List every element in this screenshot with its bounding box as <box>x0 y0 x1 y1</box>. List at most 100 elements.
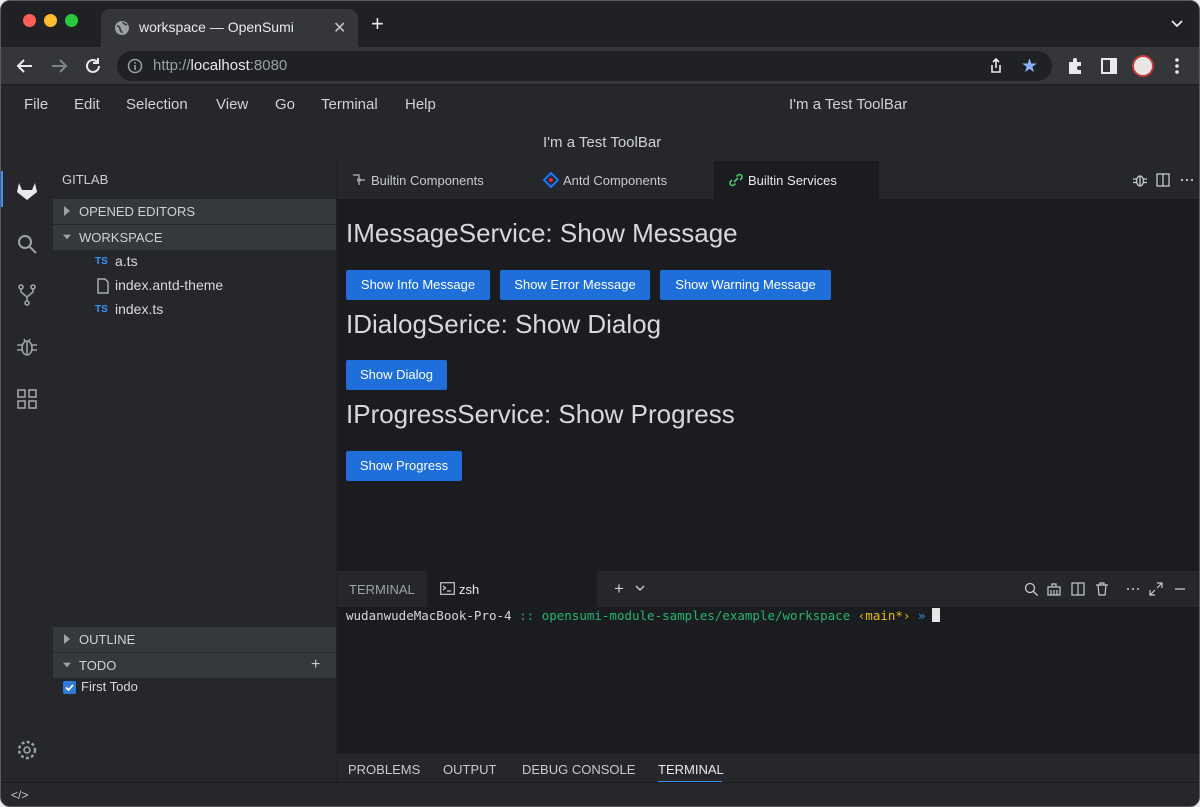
typescript-file-icon: TS <box>95 304 108 315</box>
test-toolbar-text-2: I'm a Test ToolBar <box>543 134 662 151</box>
todo-section[interactable]: TODO + <box>53 653 336 678</box>
share-icon[interactable] <box>987 57 1005 75</box>
reload-icon[interactable] <box>82 55 104 77</box>
activity-selected-indicator <box>1 171 3 207</box>
search-icon[interactable] <box>15 232 39 256</box>
tab-problems[interactable]: PROBLEMS <box>348 762 420 777</box>
split-editor-icon[interactable] <box>1155 172 1171 188</box>
explorer-sidebar: GITLAB OPENED EDITORS WORKSPACE TS a.ts … <box>53 161 336 782</box>
tab-builtin-components[interactable]: Builtin Components <box>337 161 525 199</box>
split-terminal-icon[interactable] <box>1070 581 1086 597</box>
editor-content: IMessageService: Show Message Show Info … <box>337 199 1199 571</box>
tab-debug-console[interactable]: DEBUG CONSOLE <box>522 762 635 777</box>
debug-icon[interactable] <box>15 335 39 359</box>
tab-label: Builtin Components <box>371 173 484 188</box>
browser-tab[interactable]: workspace — OpenSumi ✕ <box>101 9 358 47</box>
browser-window: workspace — OpenSumi ✕ + http://localhos… <box>0 0 1200 807</box>
sidebar-title: GITLAB <box>62 172 109 187</box>
tab-search-chevron-icon[interactable] <box>1169 15 1185 31</box>
menu-edit[interactable]: Edit <box>74 96 100 113</box>
menu-bar: File Edit Selection View Go Terminal Hel… <box>1 86 1199 124</box>
maximize-window-button[interactable] <box>65 14 78 27</box>
tab-output[interactable]: OUTPUT <box>443 762 496 777</box>
file-name: index.ts <box>115 301 164 317</box>
menu-file[interactable]: File <box>24 96 48 113</box>
maximize-panel-icon[interactable] <box>1148 581 1164 597</box>
globe-icon <box>115 21 129 35</box>
workspace-section[interactable]: WORKSPACE <box>53 225 336 250</box>
opened-editors-section[interactable]: OPENED EDITORS <box>53 199 336 224</box>
new-tab-button[interactable]: + <box>371 13 384 35</box>
menu-help[interactable]: Help <box>405 96 436 113</box>
show-dialog-button[interactable]: Show Dialog <box>346 360 447 390</box>
close-tab-icon[interactable]: ✕ <box>333 18 346 38</box>
todo-checkbox[interactable] <box>63 681 76 694</box>
show-info-message-button[interactable]: Show Info Message <box>346 270 490 300</box>
menu-go[interactable]: Go <box>275 96 295 113</box>
panel-tab-bar: PROBLEMS OUTPUT DEBUG CONSOLE TERMINAL <box>337 754 1199 782</box>
chevron-down-icon <box>63 234 71 240</box>
terminal-icon <box>440 582 455 595</box>
terminal-dropdown-icon[interactable] <box>635 584 645 592</box>
trash-icon[interactable] <box>1094 581 1110 597</box>
prompt-arrow: » <box>917 608 926 623</box>
test-toolbar-text: I'm a Test ToolBar <box>789 96 908 113</box>
site-info-icon[interactable] <box>127 58 143 74</box>
url-text[interactable]: http://localhost:8080 <box>153 57 287 74</box>
source-control-icon[interactable] <box>15 283 39 307</box>
tab-terminal[interactable]: TERMINAL <box>658 762 724 777</box>
activity-bar <box>1 161 53 782</box>
prompt-branch: ‹main*› <box>850 608 918 623</box>
editor-tab-bar: Builtin Components Antd Components Built… <box>337 161 1199 199</box>
back-arrow-icon[interactable] <box>14 55 36 77</box>
chevron-down-icon <box>63 662 71 668</box>
test-toolbar: I'm a Test ToolBar <box>1 124 1199 161</box>
show-error-message-button[interactable]: Show Error Message <box>500 270 650 300</box>
more-actions-icon[interactable] <box>1125 581 1141 597</box>
terminal-label-tab[interactable]: TERMINAL <box>337 571 427 607</box>
more-menu-icon[interactable] <box>1167 56 1187 76</box>
new-terminal-button[interactable]: + <box>614 579 624 599</box>
minimize-panel-icon[interactable] <box>1172 581 1188 597</box>
menu-terminal[interactable]: Terminal <box>321 96 378 113</box>
close-window-button[interactable] <box>23 14 36 27</box>
gitlab-icon[interactable] <box>15 179 39 203</box>
show-warning-message-button[interactable]: Show Warning Message <box>660 270 831 300</box>
search-icon[interactable] <box>1023 581 1039 597</box>
browser-tab-strip: workspace — OpenSumi ✕ + <box>1 1 1199 47</box>
menu-selection[interactable]: Selection <box>126 96 188 113</box>
zsh-tab[interactable]: zsh <box>427 571 597 607</box>
minimize-window-button[interactable] <box>44 14 57 27</box>
todo-item-label: First Todo <box>81 679 138 694</box>
outline-section[interactable]: OUTLINE <box>53 627 336 652</box>
file-icon <box>97 278 109 294</box>
forward-arrow-icon[interactable] <box>48 55 70 77</box>
terminal-clear-icon[interactable] <box>1046 581 1062 597</box>
terminal-output[interactable]: wudanwudeMacBook-Pro-4 :: opensumi-modul… <box>337 607 1199 754</box>
address-bar[interactable]: http://localhost:8080 ★ <box>117 51 1052 81</box>
add-todo-button[interactable]: + <box>311 656 320 674</box>
settings-icon[interactable] <box>15 738 39 762</box>
profile-avatar[interactable] <box>1132 55 1154 77</box>
more-actions-icon[interactable] <box>1179 172 1195 188</box>
extensions-icon[interactable] <box>15 387 39 411</box>
extensions-puzzle-icon[interactable] <box>1065 56 1085 76</box>
show-progress-button[interactable]: Show Progress <box>346 451 462 481</box>
tab-antd-components[interactable]: Antd Components <box>529 161 713 199</box>
side-panel-icon[interactable] <box>1099 56 1119 76</box>
status-bar: </> <box>1 782 1199 806</box>
tab-label: Builtin Services <box>748 173 837 188</box>
menu-view[interactable]: View <box>216 96 248 113</box>
components-icon <box>353 174 365 185</box>
debug-icon[interactable] <box>1132 172 1148 188</box>
browser-toolbar: http://localhost:8080 ★ <box>1 47 1199 85</box>
link-icon <box>729 173 743 187</box>
prompt-path: opensumi-module-samples/example/workspac… <box>541 608 851 623</box>
terminal-label: TERMINAL <box>349 582 415 597</box>
bookmark-star-icon[interactable]: ★ <box>1021 55 1038 78</box>
code-icon[interactable]: </> <box>11 788 28 802</box>
antd-icon <box>543 172 559 188</box>
tab-builtin-services[interactable]: Builtin Services <box>714 161 879 199</box>
progress-heading: IProgressService: Show Progress <box>346 399 735 429</box>
outline-label: OUTLINE <box>79 632 136 647</box>
